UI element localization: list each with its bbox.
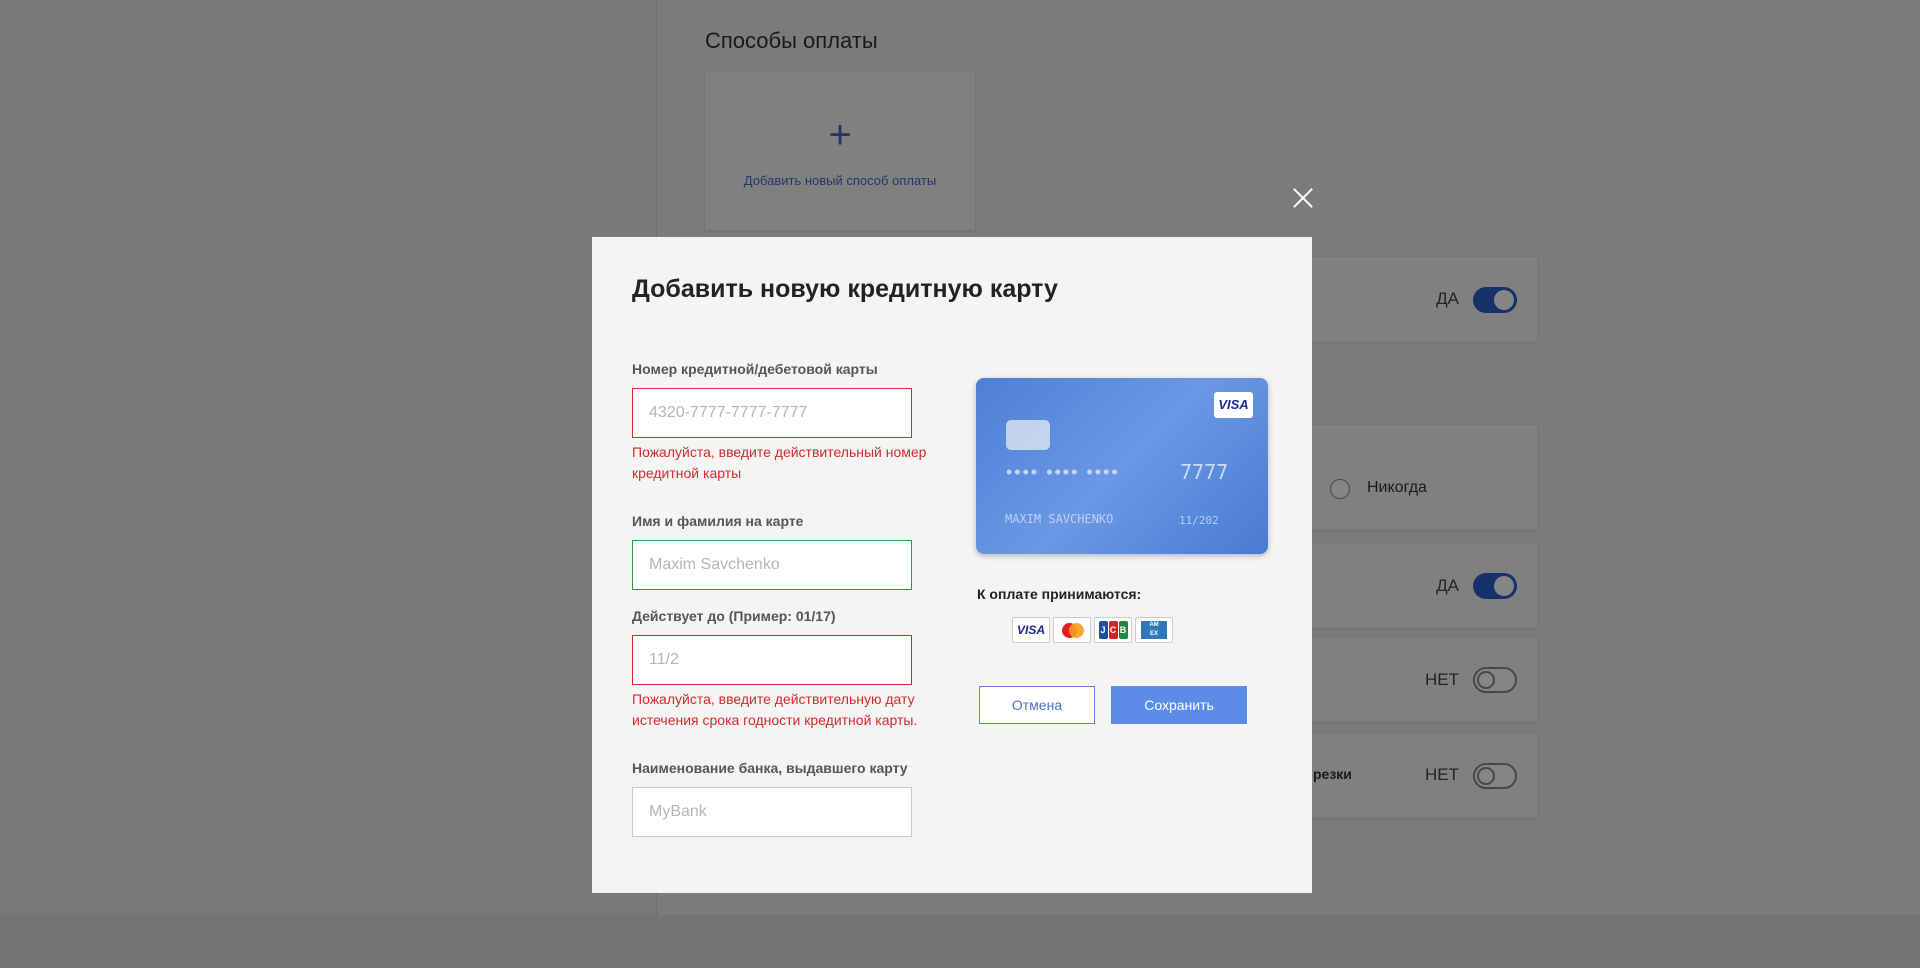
amex-icon: AM EX — [1135, 617, 1173, 643]
bank-input[interactable] — [632, 787, 912, 837]
card-preview-expiry: 11/202 — [1179, 514, 1219, 527]
expiry-error: Пожалуйста, введите действительную дату … — [632, 691, 918, 728]
accepted-cards-label: К оплате принимаются: — [977, 586, 1142, 602]
cancel-button[interactable]: Отмена — [979, 686, 1095, 724]
close-icon[interactable] — [1290, 185, 1316, 211]
card-preview-last-digits: 7777 — [1180, 460, 1229, 484]
card-preview: VISA •••• •••• •••• 7777 MAXIM SAVCHENKO… — [976, 378, 1268, 554]
card-number-error: Пожалуйста, введите действительный номер… — [632, 444, 927, 481]
expiry-label: Действует до (Пример: 01/17) — [632, 608, 836, 624]
card-holder-label: Имя и фамилия на карте — [632, 513, 804, 529]
expiry-input[interactable] — [632, 635, 912, 685]
chip-icon — [1006, 420, 1050, 450]
card-holder-input[interactable] — [632, 540, 912, 590]
visa-icon: VISA — [1012, 617, 1050, 643]
add-card-dialog: Добавить новую кредитную карту Номер кре… — [592, 237, 1312, 893]
card-number-label: Номер кредитной/дебетовой карты — [632, 361, 878, 377]
visa-icon: VISA — [1214, 392, 1253, 418]
card-number-input[interactable] — [632, 388, 912, 438]
card-preview-holder: MAXIM SAVCHENKO — [1005, 512, 1114, 526]
bank-label: Наименование банка, выдавшего карту — [632, 760, 908, 776]
save-button[interactable]: Сохранить — [1111, 686, 1247, 724]
dialog-title: Добавить новую кредитную карту — [632, 275, 1058, 303]
jcb-icon: JCB — [1094, 617, 1132, 643]
mastercard-icon — [1053, 617, 1091, 643]
card-preview-masked: •••• •••• •••• — [1006, 462, 1120, 482]
accepted-cards-logos: VISA JCB AM EX — [1012, 617, 1173, 643]
